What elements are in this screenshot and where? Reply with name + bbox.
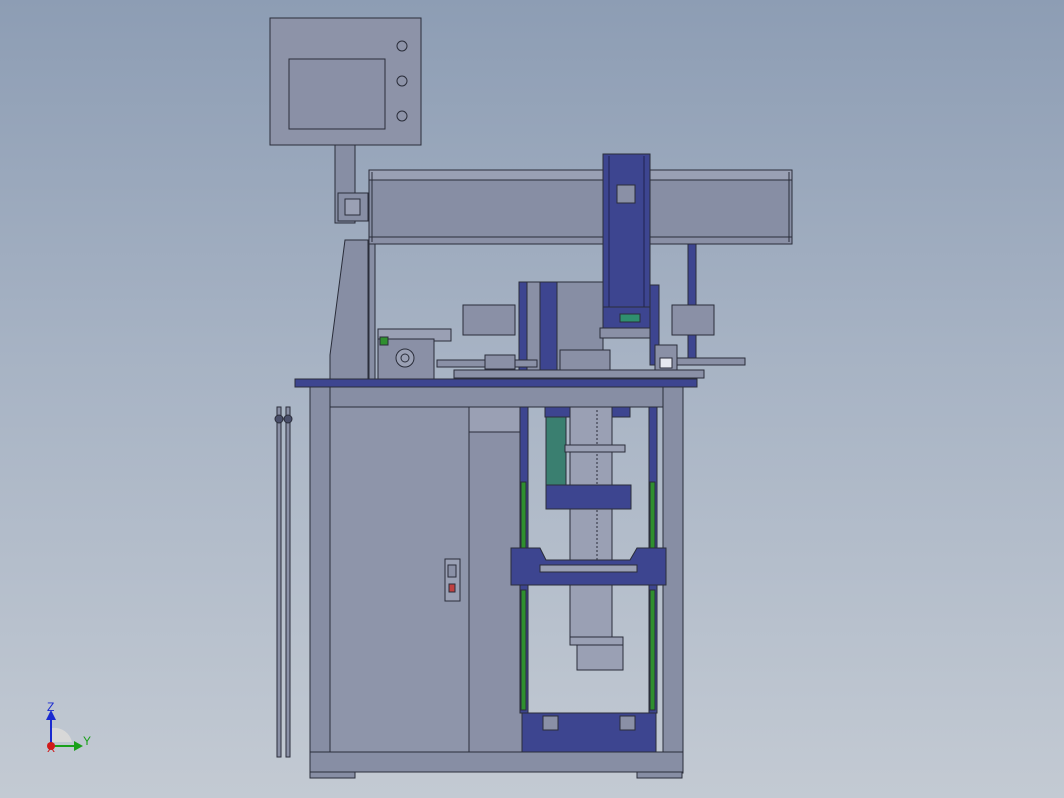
lift-mechanism	[510, 406, 667, 753]
panel-support-column	[329, 144, 369, 381]
vertical-actuator	[602, 153, 651, 330]
z-axis-label: Z	[47, 700, 54, 714]
coordinate-triad: Z Y X	[46, 700, 91, 755]
machine-drawing-canvas: Z Y X	[46, 17, 793, 779]
table-top	[294, 378, 698, 388]
machine-assembly	[269, 17, 793, 779]
door-lock-handle	[444, 558, 461, 602]
x-axis-label: X	[47, 741, 55, 755]
panel-button-1	[396, 40, 408, 52]
hmi-control-panel	[269, 17, 422, 146]
panel-button-2	[396, 75, 408, 87]
hmi-screen	[288, 58, 386, 130]
side-rods	[274, 406, 293, 758]
y-axis-label: Y	[83, 734, 91, 748]
y-axis-arrow-icon	[74, 741, 83, 751]
panel-button-3	[396, 110, 408, 122]
